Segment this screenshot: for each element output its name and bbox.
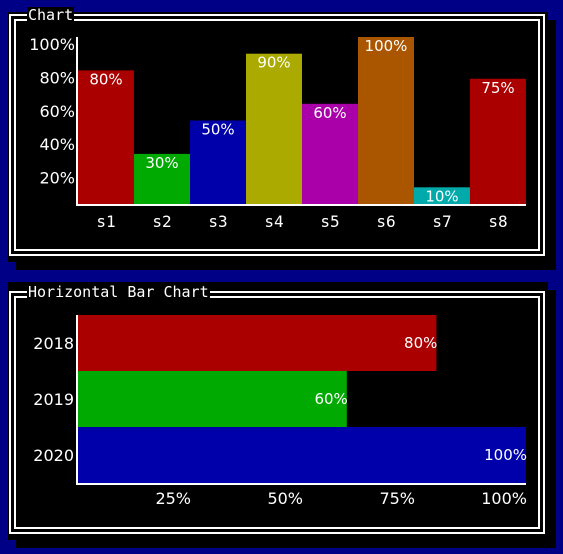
h-x-tick-label: 75% — [379, 489, 415, 508]
h-x-tick-label: 50% — [267, 489, 303, 508]
hvalue-label-2019: 60% — [314, 390, 347, 408]
h-y-tick-label: 2019 — [33, 390, 74, 409]
h-x-tick-label: 25% — [155, 489, 191, 508]
h-y-tick-label: 2020 — [33, 446, 74, 465]
hbar-2019 — [78, 371, 347, 427]
h-x-tick-label: 100% — [481, 489, 527, 508]
h-y-tick-label: 2018 — [33, 334, 74, 353]
hbar-2018 — [78, 315, 437, 371]
hbar-2020 — [78, 427, 526, 483]
hvalue-label-2018: 80% — [404, 334, 437, 352]
horizontal-bar-chart: 80% 60% 100% 2018 2019 2020 25% 50% 75% 100% — [33, 315, 527, 508]
hvalue-label-2020: 100% — [484, 446, 527, 464]
